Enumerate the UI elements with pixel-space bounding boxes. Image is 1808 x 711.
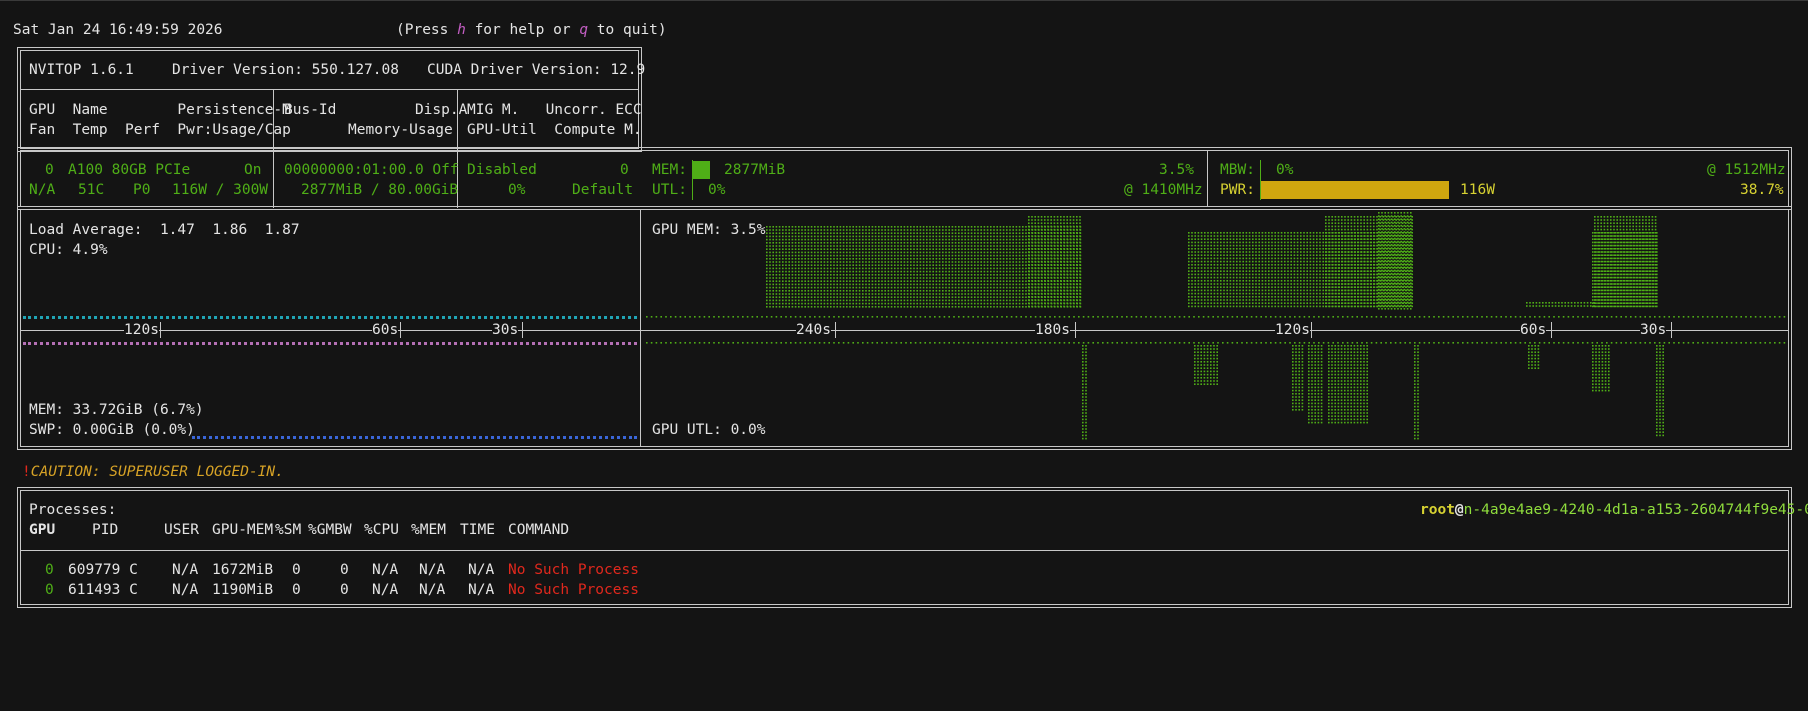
col-time[interactable]: TIME	[460, 520, 495, 540]
row2-command: No Such Process	[508, 582, 639, 598]
row1-pid: 609779 C	[68, 562, 138, 578]
col-sm[interactable]: %SM	[275, 520, 301, 540]
row2-gmbw: 0	[340, 582, 349, 598]
col-gpu[interactable]: GPU	[29, 520, 55, 540]
row1-command: No Such Process	[508, 562, 639, 578]
row2-pid: 611493 C	[68, 582, 138, 598]
row1-cpu: N/A	[372, 562, 399, 578]
row2-mem: N/A	[419, 582, 446, 598]
gpu-history-dots	[646, 212, 1786, 440]
caution-text: CAUTION: SUPERUSER LOGGED-IN.	[30, 464, 284, 480]
caution-mark: !	[22, 464, 31, 480]
process-user: root	[1420, 502, 1455, 518]
row2-cpu: N/A	[372, 582, 399, 598]
row2-time: N/A	[468, 582, 495, 598]
col-user[interactable]: USER	[164, 520, 199, 540]
col-mem[interactable]: %MEM	[411, 520, 446, 540]
col-pid[interactable]: PID	[92, 520, 118, 540]
row2-gpu-mem: 1190MiB	[212, 582, 274, 598]
row1-user: N/A	[172, 562, 199, 578]
row1-mem: N/A	[419, 562, 446, 578]
processes-header-divider	[20, 550, 1789, 551]
process-host: n-4a9e4ae9-4240-4d1a-a153-2604744f9e45-0	[1463, 502, 1808, 518]
col-cpu[interactable]: %CPU	[364, 520, 399, 540]
row1-time: N/A	[468, 562, 495, 578]
row2-gpu: 0	[45, 582, 54, 598]
col-gmbw[interactable]: %GMBW	[308, 520, 352, 540]
row2-user: N/A	[172, 582, 199, 598]
processes-title: Processes:	[29, 502, 117, 518]
process-user-host: root@n-4a9e4ae9-4240-4d1a-a153-2604744f9…	[1420, 500, 1808, 520]
col-gpu-mem[interactable]: GPU-MEM	[212, 520, 273, 540]
row1-gpu: 0	[45, 562, 54, 578]
caution-line: !CAUTION: SUPERUSER LOGGED-IN.	[22, 462, 284, 482]
row2-sm: 0	[292, 582, 301, 598]
row1-gpu-mem: 1672MiB	[212, 562, 274, 578]
col-command[interactable]: COMMAND	[508, 520, 569, 540]
process-at: @	[1454, 502, 1464, 518]
row1-sm: 0	[292, 562, 301, 578]
row1-gmbw: 0	[340, 562, 349, 578]
